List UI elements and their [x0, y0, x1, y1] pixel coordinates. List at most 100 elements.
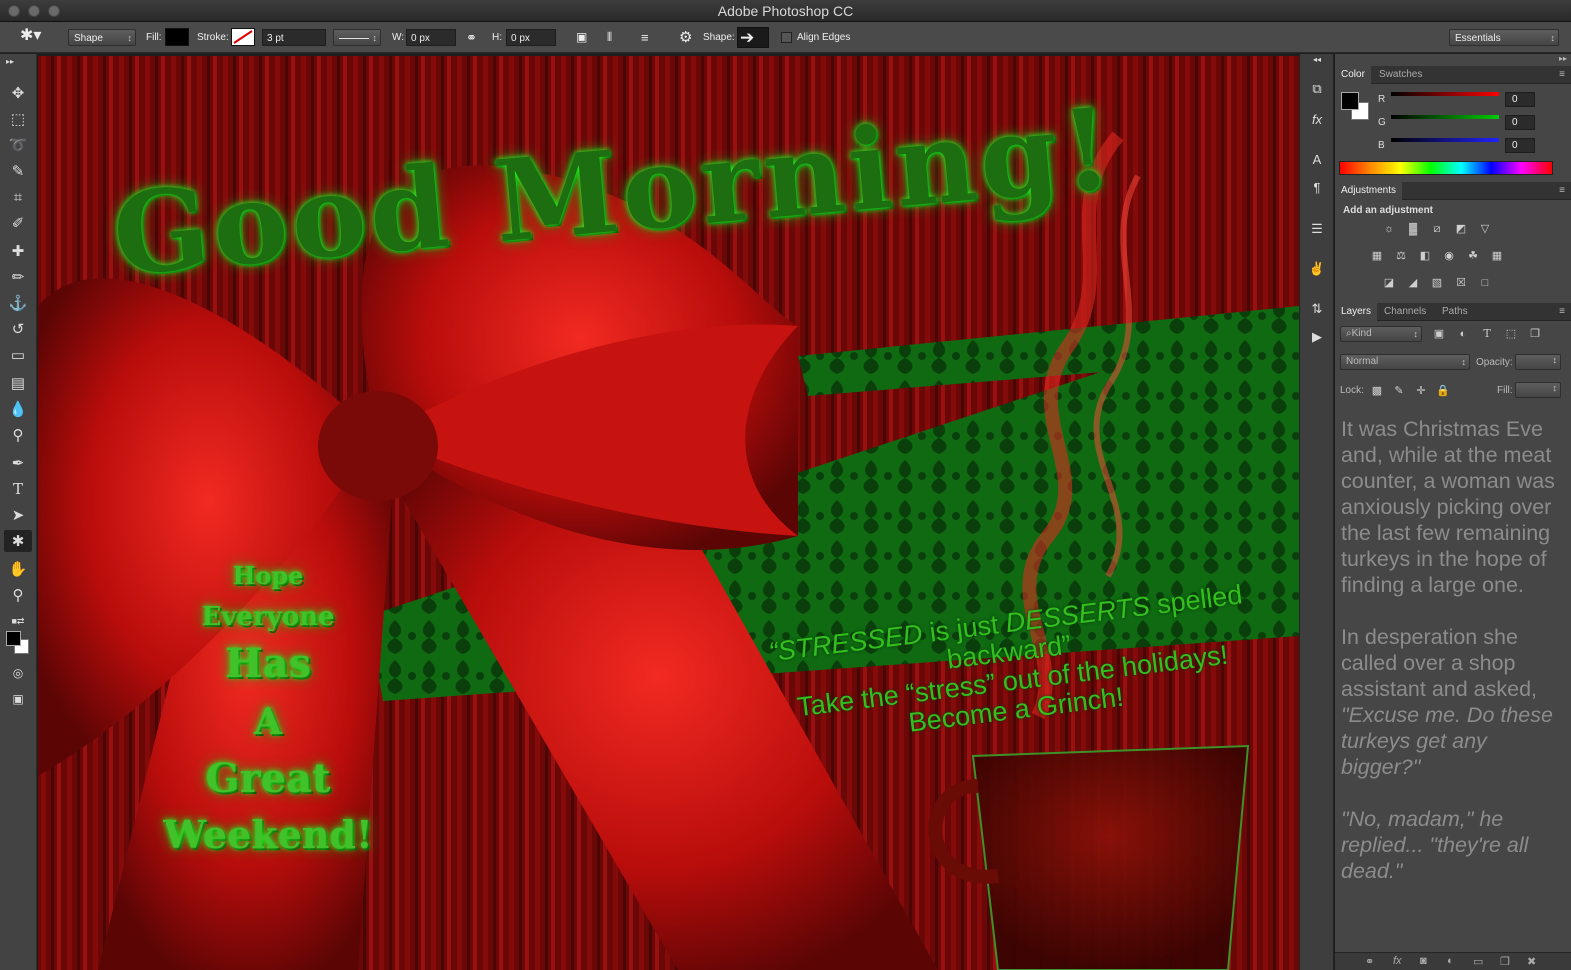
tab-swatches[interactable]: Swatches [1373, 66, 1428, 84]
r-value[interactable]: 0 [1505, 92, 1535, 107]
new-group-icon[interactable]: ▭ [1473, 955, 1483, 968]
gear-icon[interactable]: ⚙ [679, 29, 692, 46]
posterize-icon[interactable]: ◢ [1405, 276, 1421, 290]
channel-mixer-icon[interactable]: ☘ [1465, 249, 1481, 263]
brush-presets-panel-icon[interactable]: ✌ [1306, 258, 1328, 280]
collapse-toolbar-icon[interactable]: ▸▸ [4, 56, 32, 66]
levels-icon[interactable]: ▓ [1405, 222, 1421, 236]
paragraph-panel-icon[interactable]: ¶ [1306, 176, 1328, 198]
new-layer-icon[interactable]: ❐ [1500, 955, 1510, 968]
layer-style-icon[interactable]: fx [1393, 955, 1402, 967]
brush-tool-icon[interactable]: ✏ [4, 266, 32, 288]
opacity-field[interactable] [1515, 354, 1561, 370]
new-adjustment-layer-icon[interactable]: ◐ [1447, 955, 1454, 967]
collapse-panels-icon[interactable]: ▸▸ [1559, 54, 1567, 63]
b-slider[interactable] [1391, 138, 1499, 142]
swap-colors-icon[interactable]: ■⇄ [4, 610, 32, 632]
blend-mode-select[interactable]: Normal [1340, 354, 1470, 370]
clone-stamp-tool-icon[interactable]: ⚓ [4, 292, 32, 314]
custom-shape-tool-icon[interactable]: ✱ [4, 530, 32, 552]
tab-channels[interactable]: Channels [1378, 303, 1432, 321]
zoom-tool-icon[interactable]: ⚲ [4, 584, 32, 606]
tab-paths[interactable]: Paths [1436, 303, 1474, 321]
screen-mode-icon[interactable]: ▣ [4, 688, 32, 710]
lock-transparent-icon[interactable]: ▩ [1369, 384, 1385, 398]
crop-tool-icon[interactable]: ⌗ [4, 186, 32, 208]
filter-type-layers-icon[interactable]: T [1479, 327, 1495, 341]
styles-panel-icon[interactable]: fx [1306, 108, 1328, 130]
history-panel-icon[interactable]: ⧉ [1306, 78, 1328, 100]
path-select-tool-icon[interactable]: ➤ [4, 504, 32, 526]
gradient-tool-icon[interactable]: ▤ [4, 372, 32, 394]
panel-menu-icon[interactable]: ≡ [1559, 69, 1565, 80]
move-tool-icon[interactable]: ✥ [4, 82, 32, 104]
properties-panel-icon[interactable]: ☰ [1306, 218, 1328, 240]
panel-menu-icon[interactable]: ≡ [1559, 306, 1565, 317]
add-mask-icon[interactable]: ◙ [1420, 955, 1427, 967]
hue-saturation-icon[interactable]: ▦ [1369, 249, 1385, 263]
path-arrangement-icon[interactable]: ≡ [641, 29, 649, 46]
history-brush-tool-icon[interactable]: ↺ [4, 318, 32, 340]
black-white-icon[interactable]: ◧ [1417, 249, 1433, 263]
color-balance-icon[interactable]: ⚖ [1393, 249, 1409, 263]
b-value[interactable]: 0 [1505, 138, 1535, 153]
align-edges-checkbox[interactable] [781, 32, 792, 43]
filter-adjustment-layers-icon[interactable]: ◐ [1455, 327, 1471, 341]
blur-tool-icon[interactable]: 💧 [4, 398, 32, 420]
path-alignment-icon[interactable]: ⫴ [607, 29, 612, 46]
layer-filter-kind-select[interactable]: ⌕Kind [1340, 326, 1422, 342]
threshold-icon[interactable]: ▧ [1429, 276, 1445, 290]
color-spectrum-ramp[interactable] [1339, 161, 1553, 175]
tab-layers[interactable]: Layers [1335, 303, 1378, 321]
lock-image-icon[interactable]: ✎ [1391, 384, 1407, 398]
delete-layer-icon[interactable]: ✖ [1527, 955, 1536, 968]
panel-menu-icon[interactable]: ≡ [1559, 185, 1565, 196]
height-field[interactable]: 0 px [506, 29, 556, 46]
shape-picker[interactable]: ➔ [737, 27, 769, 48]
lasso-tool-icon[interactable]: ➰ [4, 134, 32, 156]
exposure-icon[interactable]: ◩ [1453, 222, 1469, 236]
healing-brush-tool-icon[interactable]: ✚ [4, 240, 32, 262]
quick-mask-icon[interactable]: ◎ [4, 662, 32, 684]
timeline-panel-icon[interactable]: ⇅ [1306, 298, 1328, 320]
link-icon[interactable]: ⚭ [466, 29, 477, 46]
custom-shape-tool-preset-icon[interactable]: ✱▾ [20, 27, 41, 44]
link-layers-icon[interactable]: ⚭ [1365, 955, 1374, 968]
character-panel-icon[interactable]: A [1306, 148, 1328, 170]
g-slider[interactable] [1391, 115, 1499, 119]
filter-shape-layers-icon[interactable]: ⬚ [1503, 327, 1519, 341]
r-slider[interactable] [1391, 92, 1499, 96]
fill-field[interactable] [1515, 382, 1561, 398]
document-canvas[interactable]: Good Morning! Hope Everyone Has A Great … [38, 56, 1299, 970]
stroke-type-select[interactable] [333, 29, 381, 47]
stroke-swatch[interactable] [231, 28, 255, 46]
tool-mode-select[interactable]: Shape [68, 29, 136, 47]
play-actions-icon[interactable]: ▶ [1306, 326, 1328, 348]
invert-icon[interactable]: ◪ [1381, 276, 1397, 290]
collapse-dock-icon[interactable]: ◂◂ [1306, 54, 1328, 64]
color-lookup-icon[interactable]: ▦ [1489, 249, 1505, 263]
lock-all-icon[interactable]: 🔒 [1435, 384, 1451, 398]
fill-swatch[interactable] [165, 28, 189, 46]
brightness-icon[interactable]: ☼ [1381, 222, 1397, 236]
selective-color-icon[interactable]: □ [1477, 276, 1493, 290]
eraser-tool-icon[interactable]: ▭ [4, 344, 32, 366]
quick-select-tool-icon[interactable]: ✎ [4, 160, 32, 182]
foreground-color-swatch[interactable] [6, 631, 21, 646]
hand-tool-icon[interactable]: ✋ [4, 558, 32, 580]
type-tool-icon[interactable]: T [4, 478, 32, 500]
width-field[interactable]: 0 px [406, 29, 456, 46]
eyedropper-tool-icon[interactable]: ✐ [4, 212, 32, 234]
tab-adjustments[interactable]: Adjustments [1335, 182, 1403, 200]
dodge-tool-icon[interactable]: ⚲ [4, 424, 32, 446]
gradient-map-icon[interactable]: ☒ [1453, 276, 1469, 290]
filter-smart-objects-icon[interactable]: ❐ [1527, 327, 1543, 341]
photo-filter-icon[interactable]: ◉ [1441, 249, 1457, 263]
pen-tool-icon[interactable]: ✒ [4, 452, 32, 474]
path-operations-icon[interactable]: ▣ [576, 29, 587, 46]
stroke-width-field[interactable]: 3 pt [262, 29, 326, 46]
color-foreground-swatch[interactable] [1341, 92, 1359, 110]
lock-position-icon[interactable]: ✛ [1413, 384, 1429, 398]
tab-color[interactable]: Color [1335, 66, 1371, 84]
g-value[interactable]: 0 [1505, 115, 1535, 130]
